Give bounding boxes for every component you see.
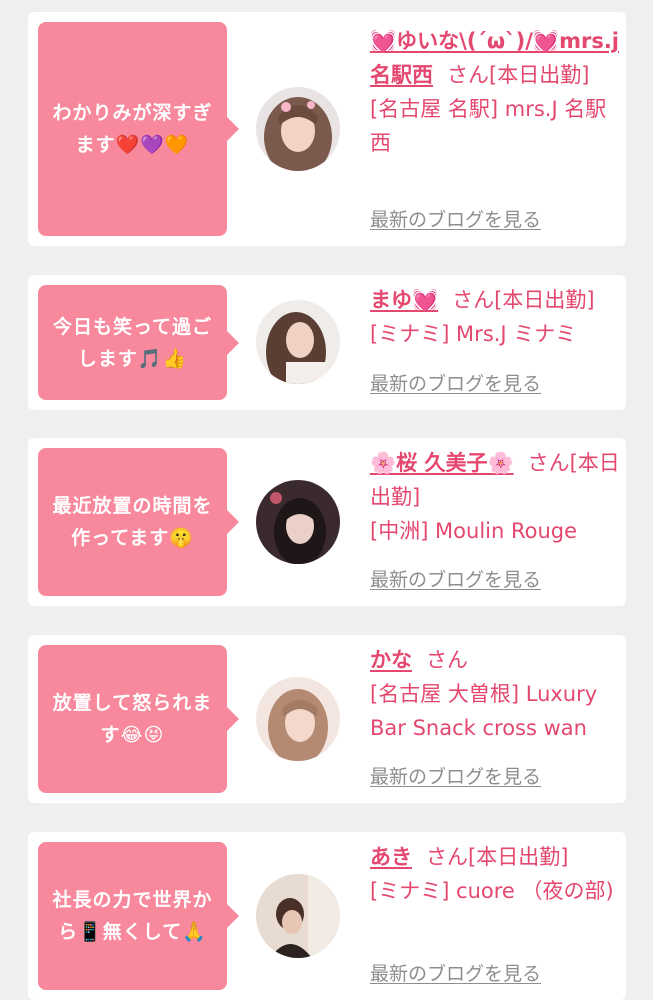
list-item: 放置して怒られます😂😝 かな さん [名古屋 大曽根] Luxury Bar Sn… [28, 635, 626, 803]
avatar[interactable] [256, 677, 340, 761]
avatar-photo [256, 300, 340, 384]
entry-info: 💓ゆいな\(´ω`)/💓mrs.j名駅西 さん[本日出勤] [名古屋 名駅] mr… [370, 24, 620, 160]
honorific: さん [447, 63, 489, 87]
avatar[interactable] [256, 480, 340, 564]
latest-blog-link[interactable]: 最新のブログを見る [370, 205, 541, 232]
comment-bubble: 最近放置の時間を作ってます🤫 [38, 448, 239, 596]
shop-name: [ミナミ] Mrs.J ミナミ [370, 322, 577, 346]
avatar[interactable] [256, 87, 340, 171]
comment-text: 放置して怒られます😂😝 [52, 692, 213, 746]
comment-text: わかりみが深すぎます❤️💜🧡 [52, 102, 213, 156]
shop-name: [名古屋 名駅] mrs.J 名駅西 [370, 97, 607, 155]
honorific: さん [426, 648, 468, 672]
latest-blog-link[interactable]: 最新のブログを見る [370, 959, 541, 986]
cast-name-link[interactable]: まゆ💓 [370, 288, 438, 312]
avatar-photo [256, 87, 340, 171]
status-badge: [本日出勤] [468, 845, 569, 869]
avatar-photo [256, 874, 340, 958]
cast-name-link[interactable]: かな [370, 648, 412, 672]
shop-name: [ミナミ] cuore （夜の部) [370, 879, 614, 903]
honorific: さん [527, 451, 570, 475]
entry-info: まゆ💓 さん[本日出勤] [ミナミ] Mrs.J ミナミ [370, 283, 620, 351]
entry-info: あき さん[本日出勤] [ミナミ] cuore （夜の部) [370, 840, 620, 908]
avatar-photo [256, 677, 340, 761]
list-item: わかりみが深すぎます❤️💜🧡 💓ゆいな\(´ω`)/💓mrs.j名駅西 さん[本日… [28, 12, 626, 246]
comment-bubble: わかりみが深すぎます❤️💜🧡 [38, 22, 239, 236]
comment-bubble: 社長の力で世界から📱無くして🙏 [38, 842, 239, 990]
list-item: 最近放置の時間を作ってます🤫 🌸桜 久美子🌸 さん[本日出勤] [中洲] Moul… [28, 438, 626, 606]
avatar-photo [256, 480, 340, 564]
status-badge: [本日出勤] [489, 63, 590, 87]
comment-text: 社長の力で世界から📱無くして🙏 [52, 889, 213, 943]
comment-text: 今日も笑って過ごします🎵👍 [52, 315, 213, 370]
list-item: 社長の力で世界から📱無くして🙏 あき さん[本日出勤] [ミナミ] cuore （… [28, 832, 626, 1000]
shop-name: [中洲] Moulin Rouge [370, 519, 578, 543]
shop-name: [名古屋 大曽根] Luxury Bar Snack cross wan [370, 682, 598, 740]
latest-blog-link[interactable]: 最新のブログを見る [370, 762, 541, 789]
entry-info: 🌸桜 久美子🌸 さん[本日出勤] [中洲] Moulin Rouge [370, 446, 620, 548]
blog-entry-list: わかりみが深すぎます❤️💜🧡 💓ゆいな\(´ω`)/💓mrs.j名駅西 さん[本日… [0, 0, 653, 1000]
latest-blog-link[interactable]: 最新のブログを見る [370, 369, 541, 396]
honorific: さん [452, 288, 495, 312]
entry-info: かな さん [名古屋 大曽根] Luxury Bar Snack cross wa… [370, 643, 620, 745]
status-badge: [本日出勤] [494, 288, 595, 312]
honorific: さん [426, 845, 468, 869]
avatar[interactable] [256, 874, 340, 958]
comment-text: 最近放置の時間を作ってます🤫 [52, 495, 213, 549]
cast-name-link[interactable]: 🌸桜 久美子🌸 [370, 451, 514, 475]
cast-name-link[interactable]: あき [370, 845, 412, 869]
list-item: 今日も笑って過ごします🎵👍 まゆ💓 さん[本日出勤] [ミナミ] Mrs.J ミナ… [28, 275, 626, 410]
comment-bubble: 今日も笑って過ごします🎵👍 [38, 285, 239, 400]
latest-blog-link[interactable]: 最新のブログを見る [370, 565, 541, 592]
avatar[interactable] [256, 300, 340, 384]
comment-bubble: 放置して怒られます😂😝 [38, 645, 239, 793]
